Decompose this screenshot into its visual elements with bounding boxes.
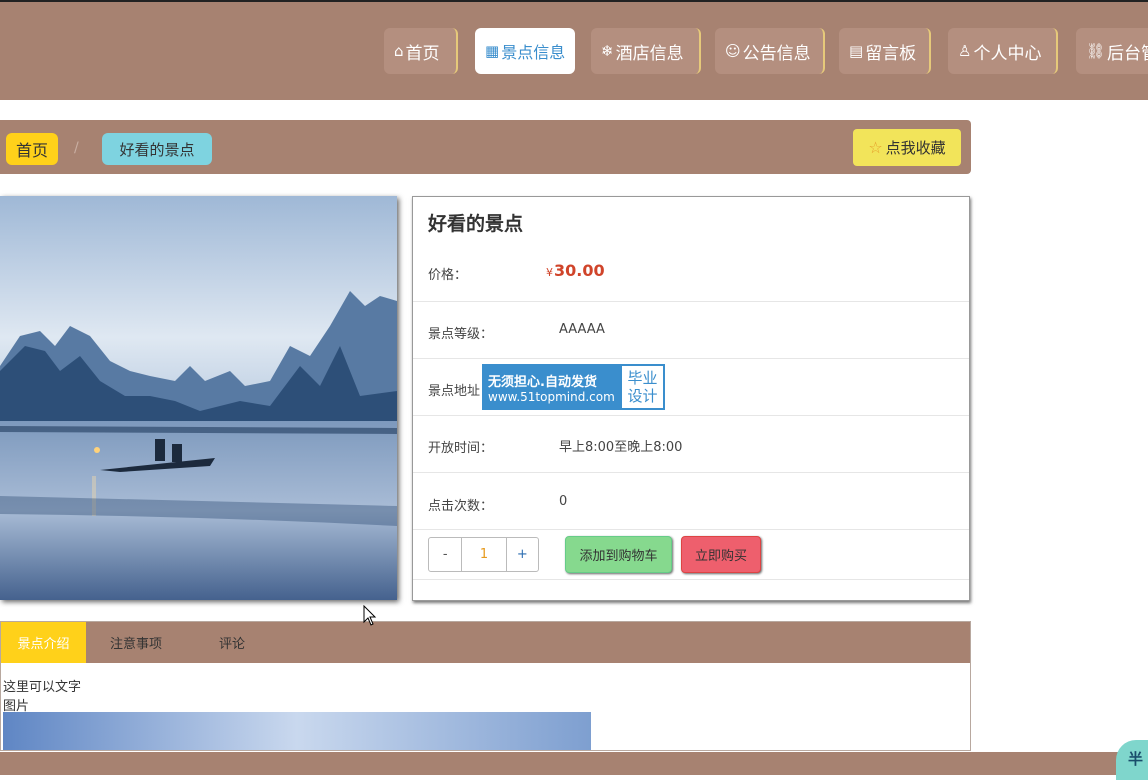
breadcrumb-separator: /: [74, 140, 79, 156]
footer-bar: [0, 752, 1148, 775]
watermark-right: 毕业 设计: [622, 366, 663, 408]
watermark-line1: 无须担心.自动发货: [488, 374, 597, 390]
nav-hotels[interactable]: ❄ 酒店信息: [591, 28, 701, 74]
row-clicks: 点击次数： 0: [413, 472, 969, 530]
nav-message-board[interactable]: ▤ 留言板: [839, 28, 931, 74]
description-text-line: 这里可以文字: [3, 680, 82, 695]
detail-tabs-panel: 景点介绍 注意事项 评论 这里可以文字 图片: [0, 621, 971, 751]
nav-home[interactable]: ⌂ 首页: [384, 28, 458, 74]
clicks-value: 0: [559, 494, 568, 509]
nav-hotels-label: 酒店信息: [615, 43, 684, 64]
price-value: ¥30.00: [546, 261, 605, 280]
nav-user-center[interactable]: ♙ 个人中心: [948, 28, 1058, 74]
watermark-badge: 无须担心.自动发货 www.51topmind.com 毕业 设计: [482, 364, 665, 410]
nav-announcements-label: 公告信息: [742, 43, 811, 64]
nav-attractions[interactable]: ▦ 景点信息: [475, 28, 575, 74]
watermark-right2: 设计: [627, 387, 658, 405]
row-level: 景点等级： AAAAA: [413, 301, 969, 359]
watermark-right1: 毕业: [627, 369, 658, 387]
nav-user-center-label: 个人中心: [973, 43, 1042, 64]
mouse-cursor-icon: [363, 604, 377, 631]
level-value: AAAAA: [559, 322, 605, 337]
link-icon: ⛓: [1086, 42, 1106, 60]
snowflake-icon: ❄: [601, 42, 614, 60]
nav-admin-label: 后台管: [1107, 43, 1148, 64]
board-icon: ▤: [849, 42, 864, 60]
hours-value: 早上8:00至晚上8:00: [559, 440, 683, 455]
tab-notes[interactable]: 注意事项: [86, 622, 186, 663]
home-icon: ⌂: [394, 42, 404, 60]
buy-now-button[interactable]: 立即购买: [681, 536, 761, 573]
attraction-photo: [0, 196, 397, 600]
clicks-label: 点击次数：: [428, 499, 494, 514]
floating-widget[interactable]: 半: [1116, 740, 1148, 780]
breadcrumb: 首页 / 好看的景点 ☆ 点我收藏: [0, 120, 971, 174]
row-bottom: [413, 579, 969, 600]
breadcrumb-current: 好看的景点: [102, 133, 212, 165]
row-hours: 开放时间： 早上8:00至晚上8:00: [413, 415, 969, 473]
watermark-left: 无须担心.自动发货 www.51topmind.com: [484, 366, 622, 408]
currency-symbol: ¥: [546, 266, 553, 279]
price-amount: 30.00: [554, 261, 605, 280]
tab-comments[interactable]: 评论: [186, 622, 278, 663]
quantity-input[interactable]: 1: [462, 538, 507, 571]
quantity-decrease-button[interactable]: -: [429, 538, 463, 571]
level-label: 景点等级：: [428, 327, 494, 342]
breadcrumb-home[interactable]: 首页: [6, 133, 58, 165]
nav-attractions-label: 景点信息: [501, 43, 566, 62]
tab-bar: 景点介绍 注意事项 评论: [1, 622, 970, 663]
quantity-stepper: - 1 +: [428, 537, 539, 572]
user-icon: ♙: [958, 42, 972, 60]
watermark-line2: www.51topmind.com: [488, 389, 615, 404]
smile-icon: ☺: [725, 42, 741, 60]
hours-label: 开放时间：: [428, 441, 494, 456]
nav-admin[interactable]: ⛓ 后台管: [1076, 28, 1148, 74]
favorite-label: 点我收藏: [885, 139, 946, 157]
attraction-title: 好看的景点: [428, 213, 524, 235]
nav-home-label: 首页: [405, 43, 440, 64]
nav-message-board-label: 留言板: [865, 43, 917, 64]
tab-introduction[interactable]: 景点介绍: [1, 622, 86, 663]
description-image: [3, 712, 591, 750]
add-to-cart-button[interactable]: 添加到购物车: [565, 536, 672, 573]
top-header: ⌂ 首页 ▦ 景点信息 ❄ 酒店信息 ☺ 公告信息 ▤ 留言板 ♙ 个人中心 ⛓…: [0, 2, 1148, 100]
quantity-increase-button[interactable]: +: [507, 538, 538, 571]
nav-announcements[interactable]: ☺ 公告信息: [715, 28, 825, 74]
star-icon: ☆: [868, 138, 883, 157]
grid-icon: ▦: [485, 42, 500, 60]
favorite-button[interactable]: ☆ 点我收藏: [853, 129, 961, 166]
price-label: 价格：: [428, 268, 468, 283]
